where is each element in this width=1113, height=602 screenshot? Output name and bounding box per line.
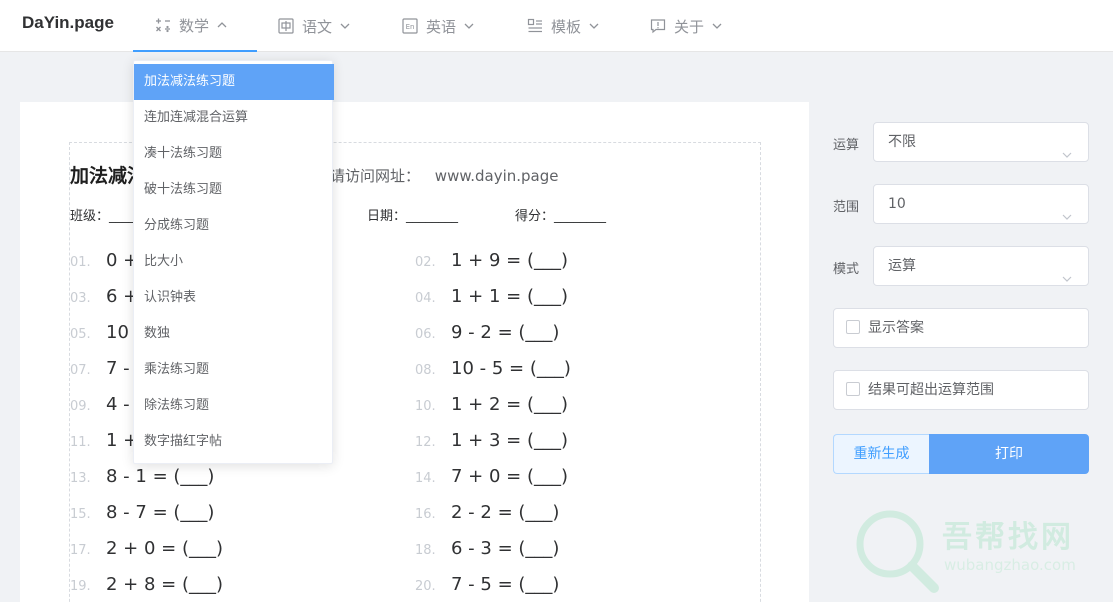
nav-label: 语文 bbox=[302, 17, 333, 36]
question-item: 16. 2 - 2 = (___) bbox=[415, 502, 560, 523]
menu-item-sudoku[interactable]: 数独 bbox=[134, 316, 334, 352]
chevron-down-icon bbox=[1062, 137, 1072, 158]
chinese-char-icon bbox=[278, 18, 294, 34]
visit-url: www.dayin.page bbox=[434, 167, 559, 185]
range-value: 10 bbox=[888, 196, 906, 212]
chevron-down-icon bbox=[589, 21, 599, 31]
mode-label: 模式 bbox=[833, 262, 860, 277]
menu-item-break-ten[interactable]: 破十法练习题 bbox=[134, 172, 334, 208]
question-item: 02. 1 + 9 = (___) bbox=[415, 250, 568, 271]
question-item: 09. 4 - bbox=[70, 394, 130, 415]
allow-exceed-toggle[interactable]: 结果可超出运算范围 bbox=[833, 370, 1089, 410]
score-field: 得分：________ bbox=[515, 209, 607, 224]
nav-label: 数学 bbox=[179, 16, 210, 35]
question-item: 01. 0 + bbox=[70, 250, 139, 271]
menu-item-multiplication[interactable]: 乘法练习题 bbox=[134, 352, 334, 388]
chevron-down-icon bbox=[1062, 199, 1072, 220]
nav-label: 模板 bbox=[551, 17, 582, 36]
question-item: 18. 6 - 3 = (___) bbox=[415, 538, 560, 559]
nav-item-math[interactable]: 数学 bbox=[133, 0, 257, 52]
menu-item-digit-tracing[interactable]: 数字描红字帖 bbox=[134, 424, 334, 460]
watermark-subtitle: wubangzhao.com bbox=[944, 556, 1076, 574]
chevron-down-icon bbox=[712, 21, 722, 31]
date-field: 日期：________ bbox=[367, 209, 459, 224]
allow-exceed-checkbox[interactable] bbox=[846, 382, 860, 396]
nav-item-about[interactable]: 关于 bbox=[650, 0, 722, 52]
menu-item-compare[interactable]: 比大小 bbox=[134, 244, 334, 280]
template-icon bbox=[527, 18, 543, 34]
magnifier-icon bbox=[856, 510, 939, 593]
brand-logo[interactable]: DaYin.page bbox=[22, 12, 114, 34]
question-item: 04. 1 + 1 = (___) bbox=[415, 286, 568, 307]
mode-value: 运算 bbox=[888, 258, 916, 274]
regenerate-button[interactable]: 重新生成 bbox=[833, 434, 929, 474]
question-item: 11. 1 + bbox=[70, 430, 139, 451]
range-select[interactable]: 10 bbox=[873, 184, 1089, 224]
question-item: 19. 2 + 8 = (___) bbox=[70, 574, 223, 595]
menu-item-make-ten[interactable]: 凑十法练习题 bbox=[134, 136, 334, 172]
visit-url-text: 请访问网址： www.dayin.page bbox=[330, 165, 559, 186]
mode-select[interactable]: 运算 bbox=[873, 246, 1089, 286]
show-answer-label: 显示答案 bbox=[868, 320, 924, 336]
operation-select[interactable]: 不限 bbox=[873, 122, 1089, 162]
visit-label: 请访问网址： bbox=[330, 167, 421, 185]
question-item: 17. 2 + 0 = (___) bbox=[70, 538, 223, 559]
print-button[interactable]: 打印 bbox=[929, 434, 1089, 474]
menu-item-clock[interactable]: 认识钟表 bbox=[134, 280, 334, 316]
menu-item-number-split[interactable]: 分成练习题 bbox=[134, 208, 334, 244]
range-label: 范围 bbox=[833, 200, 860, 215]
nav-label: 英语 bbox=[426, 17, 457, 36]
question-item: 15. 8 - 7 = (___) bbox=[70, 502, 215, 523]
class-field: 班级：____ bbox=[70, 209, 136, 224]
watermark-title: 吾帮找网 bbox=[942, 520, 1074, 555]
english-icon: En bbox=[402, 18, 418, 34]
nav-item-english[interactable]: En 英语 bbox=[402, 0, 474, 52]
menu-item-add-subtract[interactable]: 加法减法练习题 bbox=[134, 64, 334, 100]
menu-item-mixed-operations[interactable]: 连加连减混合运算 bbox=[134, 100, 334, 136]
question-item: 06. 9 - 2 = (___) bbox=[415, 322, 560, 343]
question-item: 07. 7 - bbox=[70, 358, 130, 379]
watermark-logo: 吾帮找网 wubangzhao.com bbox=[850, 506, 1110, 602]
chevron-down-icon bbox=[464, 21, 474, 31]
allow-exceed-label: 结果可超出运算范围 bbox=[868, 382, 994, 398]
chevron-down-icon bbox=[1062, 261, 1072, 282]
nav-item-chinese[interactable]: 语文 bbox=[278, 0, 350, 52]
question-item: 08. 10 - 5 = (___) bbox=[415, 358, 571, 379]
chevron-up-icon bbox=[217, 20, 227, 30]
svg-text:En: En bbox=[406, 23, 415, 31]
nav-label: 关于 bbox=[674, 17, 705, 36]
nav-item-templates[interactable]: 模板 bbox=[527, 0, 599, 52]
about-icon bbox=[650, 18, 666, 34]
question-item: 12. 1 + 3 = (___) bbox=[415, 430, 568, 451]
question-item: 05. 10 bbox=[70, 322, 129, 343]
question-item: 03. 6 + bbox=[70, 286, 139, 307]
question-item: 13. 8 - 1 = (___) bbox=[70, 466, 215, 487]
show-answer-toggle[interactable]: 显示答案 bbox=[833, 308, 1089, 348]
chevron-down-icon bbox=[340, 21, 350, 31]
question-item: 10. 1 + 2 = (___) bbox=[415, 394, 568, 415]
question-item: 20. 7 - 5 = (___) bbox=[415, 574, 560, 595]
show-answer-checkbox[interactable] bbox=[846, 320, 860, 334]
top-navbar: DaYin.page 数学 语文 En 英语 模板 关于 bbox=[0, 0, 1113, 52]
operation-label: 运算 bbox=[833, 138, 860, 153]
question-item: 14. 7 + 0 = (___) bbox=[415, 466, 568, 487]
math-ops-icon bbox=[155, 17, 171, 33]
operation-value: 不限 bbox=[888, 134, 916, 150]
math-dropdown-menu: 加法减法练习题 连加连减混合运算 凑十法练习题 破十法练习题 分成练习题 比大小… bbox=[133, 60, 334, 464]
menu-item-division[interactable]: 除法练习题 bbox=[134, 388, 334, 424]
